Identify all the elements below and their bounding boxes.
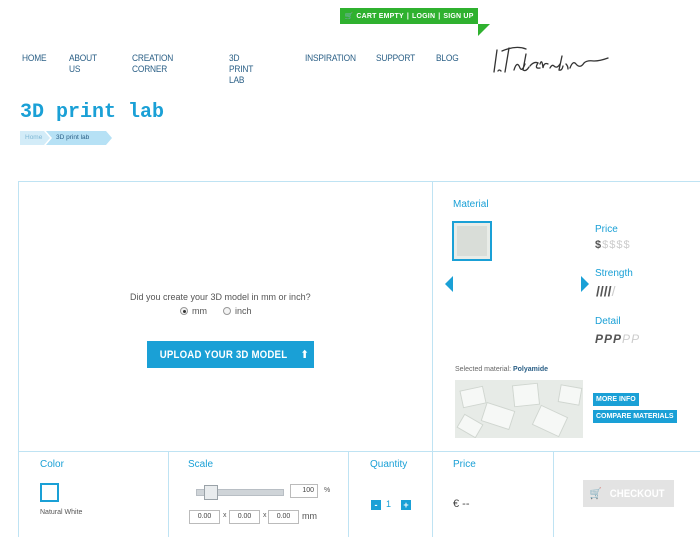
rating-mark: P [631, 332, 641, 346]
material-label: Material [453, 199, 489, 210]
cart-bar: 🛒 CART EMPTY | LOGIN | SIGN UP [340, 8, 490, 36]
rating-mark: P [622, 332, 632, 346]
radio-mm[interactable] [180, 307, 188, 315]
material-thumbnail[interactable] [452, 221, 492, 261]
radio-inch[interactable] [223, 307, 231, 315]
login-link[interactable]: LOGIN [412, 13, 435, 20]
scale-unit: % [324, 487, 331, 494]
cart-icon: 🛒 [344, 13, 354, 20]
quantity-increase-button[interactable]: + [401, 500, 411, 510]
color-label: Color [40, 459, 64, 470]
unit-mm-label: mm [192, 306, 207, 316]
upload-button-label: UPLOAD YOUR 3D MODEL [159, 348, 288, 361]
checkout-button[interactable]: 🛒 CHECKOUT [583, 480, 674, 507]
scale-label: Scale [188, 459, 214, 470]
material-photo [455, 380, 583, 438]
price-value: € -- [453, 498, 470, 510]
price-label: Price [453, 459, 476, 470]
selected-material: Selected material: Polyamide [455, 366, 548, 373]
selected-material-name: Polyamide [512, 366, 548, 373]
nav-support[interactable]: SUPPORT [376, 53, 415, 64]
nav-home[interactable]: HOME [22, 53, 47, 64]
material-next-icon[interactable] [581, 276, 589, 292]
color-swatch[interactable] [40, 483, 59, 502]
detail-rating-label: Detail [595, 316, 621, 327]
page-title: 3D print lab [20, 101, 165, 124]
detail-rating: PPPPP [595, 332, 640, 346]
dim-unit: mm [302, 511, 317, 521]
compare-materials-button[interactable]: COMPARE MATERIALS [593, 410, 677, 423]
rating-mark: P [613, 332, 623, 346]
rating-mark: P [604, 332, 614, 346]
more-info-button[interactable]: MORE INFO [593, 393, 639, 406]
scale-slider-handle[interactable] [204, 485, 218, 500]
upload-model-button[interactable]: UPLOAD YOUR 3D MODEL ⬆ [147, 341, 314, 368]
nav-about-us[interactable]: ABOUT US [69, 53, 97, 75]
material-prev-icon[interactable] [445, 276, 453, 292]
nav-blog[interactable]: BLOG [436, 53, 459, 64]
price-rating: $$$$$ [595, 239, 631, 251]
dim-y-input[interactable]: 0.00 [229, 510, 260, 524]
breadcrumb: Home 3D print lab [20, 131, 112, 145]
nav-inspiration[interactable]: INSPIRATION [305, 53, 356, 64]
unit-selector: mm inch [180, 306, 252, 316]
divider [168, 451, 169, 537]
divider [348, 451, 349, 537]
checkout-label: CHECKOUT [609, 487, 665, 500]
logo[interactable] [490, 42, 620, 82]
signup-link[interactable]: SIGN UP [443, 13, 473, 20]
nav-creation-corner[interactable]: CREATION CORNER [132, 53, 173, 75]
divider [553, 451, 554, 537]
dim-separator: x [223, 512, 227, 519]
dim-separator: x [263, 512, 267, 519]
rating-mark: / [611, 283, 616, 299]
selected-material-prefix: Selected material: [455, 366, 512, 373]
dim-x-input[interactable]: 0.00 [189, 510, 220, 524]
divider [18, 451, 700, 452]
divider [432, 451, 433, 537]
rating-mark: $ [623, 239, 631, 251]
cart-empty-link[interactable]: CART EMPTY [356, 13, 404, 20]
rating-mark: P [595, 332, 605, 346]
breadcrumb-current: 3D print lab [46, 131, 112, 145]
upload-arrow-icon: ⬆ [300, 349, 310, 361]
price-rating-label: Price [595, 224, 618, 235]
unit-inch-label: inch [235, 306, 252, 316]
color-name: Natural White [40, 509, 83, 516]
unit-question: Did you create your 3D model in mm or in… [130, 292, 311, 302]
strength-rating: ///// [596, 283, 615, 299]
quantity-label: Quantity [370, 459, 408, 470]
divider [432, 181, 433, 452]
unit-inch-option[interactable]: inch [223, 306, 252, 316]
nav-3d-print-lab[interactable]: 3D PRINT LAB [229, 53, 253, 86]
separator: | [438, 12, 441, 20]
quantity-decrease-button[interactable]: - [371, 500, 381, 510]
logo-signature [493, 46, 609, 73]
quantity-value: 1 [386, 499, 392, 509]
dim-z-input[interactable]: 0.00 [268, 510, 299, 524]
breadcrumb-home[interactable]: Home [20, 131, 50, 145]
separator: | [406, 12, 410, 20]
scale-input[interactable]: 100 [290, 484, 318, 498]
strength-rating-label: Strength [595, 268, 633, 279]
unit-mm-option[interactable]: mm [180, 306, 207, 316]
cart-icon: 🛒 [589, 488, 602, 500]
rating-mark: $ [616, 239, 624, 251]
